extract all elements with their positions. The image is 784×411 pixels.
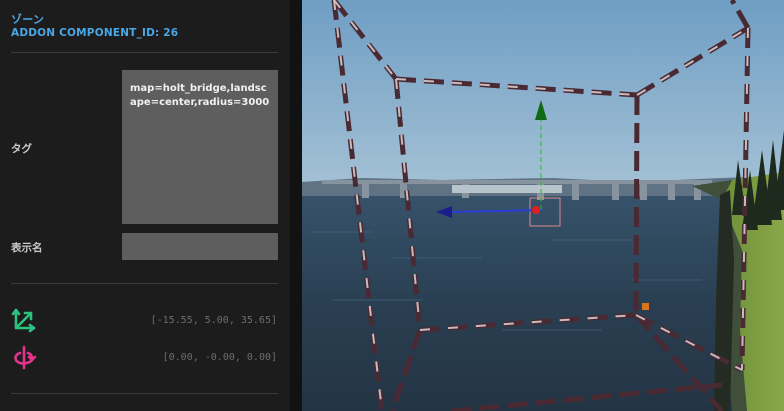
display-name-label: 表示名	[11, 242, 43, 254]
rotate-axis-icon[interactable]	[11, 344, 37, 370]
divider	[11, 393, 278, 394]
panel-scrollbar[interactable]	[290, 0, 302, 411]
scene-render	[302, 0, 784, 411]
zone-inspector-panel: ゾーン ADDON COMPONENT_ID: 26 タグ map=holt_b…	[0, 0, 290, 411]
display-name-field[interactable]	[122, 233, 278, 260]
position-value: [-15.55, 5.00, 35.65]	[150, 315, 277, 326]
3d-viewport[interactable]	[302, 0, 784, 411]
divider	[11, 283, 278, 284]
tag-label: タグ	[11, 143, 32, 155]
move-axes-icon[interactable]	[11, 307, 37, 333]
component-id-label: ADDON COMPONENT_ID: 26	[11, 27, 179, 39]
divider	[11, 52, 278, 53]
tag-textarea[interactable]: map=holt_bridge,landscape=center,radius=…	[122, 70, 278, 224]
rotation-value: [0.00, -0.00, 0.00]	[162, 352, 277, 363]
component-title: ゾーン	[11, 13, 45, 26]
